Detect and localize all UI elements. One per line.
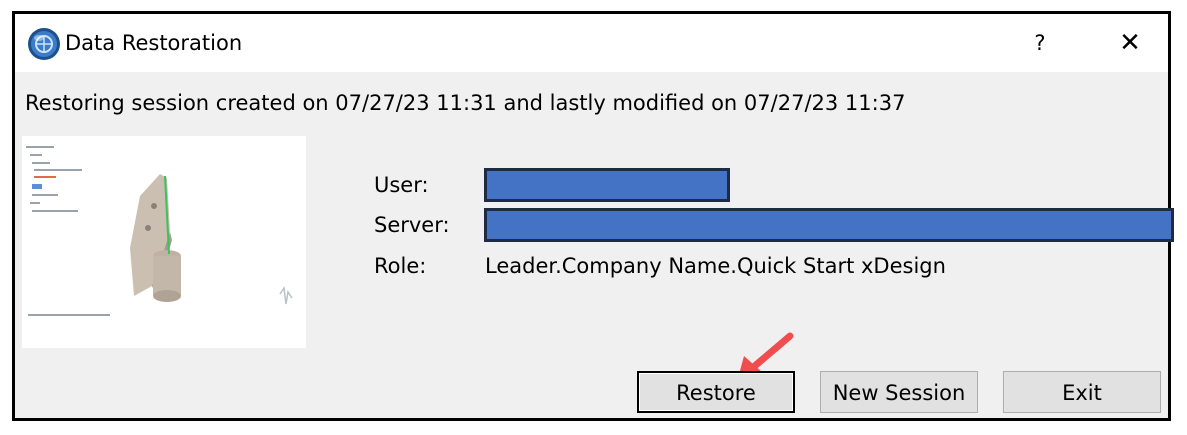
help-button[interactable]: ? — [1020, 26, 1060, 60]
server-value-redacted — [484, 208, 1174, 242]
session-thumbnail — [22, 136, 306, 348]
user-value-redacted — [484, 168, 730, 202]
new-session-button[interactable]: New Session — [820, 371, 978, 413]
role-value: Leader.Company Name.Quick Start xDesign — [485, 254, 946, 278]
close-button[interactable]: ✕ — [1106, 26, 1154, 60]
restore-button[interactable]: Restore — [637, 371, 795, 413]
data-restoration-dialog: Data Restoration ? ✕ Restoring session c… — [12, 11, 1174, 421]
title-bar: Data Restoration ? ✕ — [15, 14, 1168, 72]
server-label: Server: — [374, 213, 450, 237]
user-label: User: — [374, 173, 429, 197]
exit-button[interactable]: Exit — [1003, 371, 1161, 413]
role-label: Role: — [374, 254, 427, 278]
window-title: Data Restoration — [65, 31, 243, 55]
session-message: Restoring session created on 07/27/23 11… — [25, 91, 906, 115]
app-logo-icon — [28, 28, 60, 60]
